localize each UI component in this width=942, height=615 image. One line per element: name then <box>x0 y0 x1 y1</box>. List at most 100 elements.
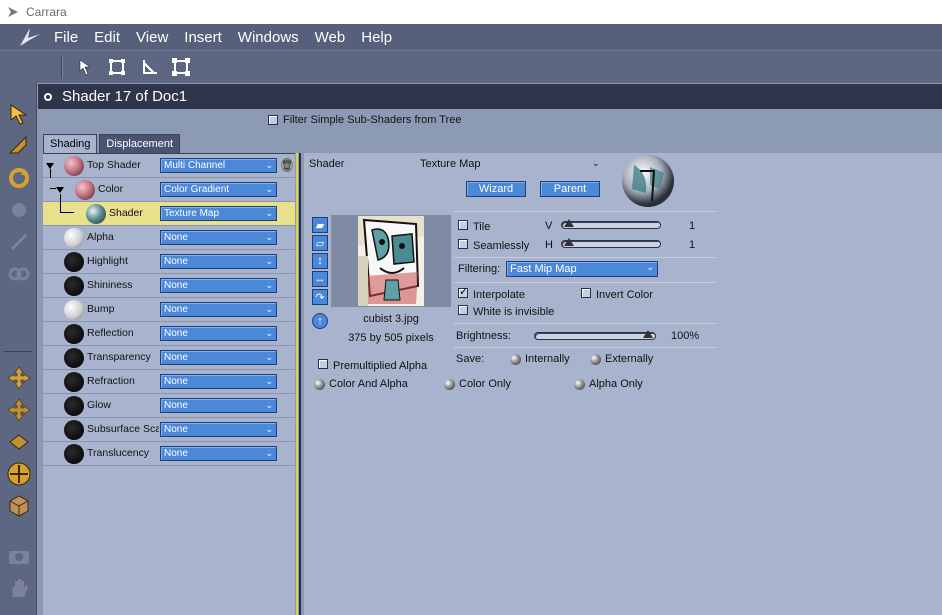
brightness-slider-thumb[interactable] <box>643 330 653 338</box>
shader-tree-row[interactable]: Shininess None ⌄ <box>43 274 295 298</box>
color-only-radio[interactable] <box>444 378 455 390</box>
seamlessly-checkbox[interactable] <box>458 239 468 249</box>
shader-tree-row[interactable]: Glow None ⌄ <box>43 394 295 418</box>
menu-edit[interactable]: Edit <box>94 29 120 46</box>
shader-tree-row[interactable]: Alpha None ⌄ <box>43 226 295 250</box>
save-externally-option[interactable]: Externally <box>590 353 653 365</box>
menu-file[interactable]: File <box>54 29 78 46</box>
tile-checkbox[interactable] <box>458 220 468 230</box>
tab-displacement[interactable]: Displacement <box>99 134 181 153</box>
save-folder-icon[interactable]: ▱ <box>312 235 328 251</box>
flip-vertical-icon[interactable]: ↕ <box>312 253 328 269</box>
brightness-slider[interactable] <box>534 330 656 340</box>
camera-tool-icon[interactable] <box>6 543 32 569</box>
wizard-button[interactable]: Wizard <box>466 181 526 197</box>
save-internally-option[interactable]: Internally <box>510 353 570 365</box>
shader-tree-row[interactable]: Top Shader Multi Channel ⌄ 🗑 <box>43 154 295 178</box>
3d-box-tool-icon[interactable] <box>6 493 32 519</box>
shader-type-select[interactable]: None ⌄ <box>160 422 277 437</box>
shader-type-select[interactable]: None ⌄ <box>160 254 277 269</box>
menu-web[interactable]: Web <box>315 29 346 46</box>
upload-icon[interactable]: ↑ <box>312 313 328 329</box>
shader-type-select[interactable]: None ⌄ <box>160 230 277 245</box>
seamlessly-option[interactable]: Seamlessly <box>458 239 529 252</box>
rotate-image-icon[interactable]: ↷ <box>312 289 328 305</box>
pan-cross-icon[interactable] <box>6 365 32 391</box>
texture-thumbnail[interactable] <box>358 216 424 306</box>
orbit-tool-icon[interactable] <box>6 461 32 487</box>
shader-type-select[interactable]: None ⌄ <box>160 278 277 293</box>
shader-tree-row[interactable]: Refraction None ⌄ <box>43 370 295 394</box>
wand-tool-icon[interactable] <box>6 229 32 255</box>
shader-type-select[interactable]: None ⌄ <box>160 374 277 389</box>
hand-tool-icon[interactable] <box>6 575 32 601</box>
premultiplied-alpha-option[interactable]: Premultiplied Alpha <box>318 359 427 372</box>
dolly-cross-icon[interactable] <box>6 397 32 423</box>
sphere-tool-icon[interactable] <box>6 197 32 223</box>
parent-button[interactable]: Parent <box>540 181 600 197</box>
interpolate-checkbox[interactable] <box>458 285 468 298</box>
save-externally-radio[interactable] <box>590 353 601 365</box>
filtering-value: Fast Mip Map <box>510 263 577 275</box>
menu-windows[interactable]: Windows <box>238 29 299 46</box>
shader-type-select[interactable]: Texture Map ⌄ <box>160 206 277 221</box>
shader-type-select[interactable]: None ⌄ <box>160 326 277 341</box>
expand-triangle-icon[interactable] <box>56 187 64 193</box>
panel-splitter[interactable] <box>295 153 304 615</box>
menu-help[interactable]: Help <box>361 29 392 46</box>
shader-tree-row[interactable]: Shader Texture Map ⌄ <box>43 202 295 226</box>
angle-tool-icon[interactable] <box>140 57 160 77</box>
panel-circle-icon[interactable] <box>44 92 52 101</box>
track-cross-icon[interactable] <box>6 429 32 455</box>
alpha-only-option[interactable]: Alpha Only <box>574 378 643 390</box>
premultiplied-alpha-checkbox[interactable] <box>318 359 328 369</box>
white-invisible-checkbox[interactable] <box>458 305 468 315</box>
shader-type-dropdown[interactable]: Texture Map ⌄ <box>420 158 600 170</box>
move-tool-icon[interactable] <box>6 133 32 159</box>
link-tool-icon[interactable] <box>6 261 32 287</box>
chevron-down-icon: ⌄ <box>265 208 273 218</box>
filter-checkbox[interactable] <box>268 115 278 125</box>
white-invisible-option[interactable]: White is invisible <box>458 305 554 318</box>
shader-tree-row[interactable]: Subsurface Scattering None ⌄ <box>43 418 295 442</box>
v-slider-thumb[interactable] <box>564 219 574 227</box>
alpha-only-radio[interactable] <box>574 378 585 390</box>
filter-simple-subshaders[interactable]: Filter Simple Sub-Shaders from Tree <box>268 114 462 126</box>
shader-type-select-value: None <box>164 280 188 291</box>
tab-shading[interactable]: Shading <box>43 134 98 153</box>
interpolate-option[interactable]: Interpolate <box>458 285 525 301</box>
h-slider-thumb[interactable] <box>564 238 574 246</box>
tile-option[interactable]: Tile <box>458 220 490 233</box>
rotate-tool-icon[interactable] <box>6 165 32 191</box>
flip-horizontal-icon[interactable]: ↔ <box>312 271 328 287</box>
shader-type-select[interactable]: Multi Channel ⌄ <box>160 158 277 173</box>
invert-color-checkbox[interactable] <box>581 288 591 298</box>
color-only-option[interactable]: Color Only <box>444 378 511 390</box>
color-and-alpha-option[interactable]: Color And Alpha <box>314 378 408 390</box>
shader-tree-row[interactable]: Highlight None ⌄ <box>43 250 295 274</box>
transform-box-icon[interactable] <box>171 57 191 77</box>
save-internally-radio[interactable] <box>510 353 521 365</box>
shader-tree-row[interactable]: Bump None ⌄ <box>43 298 295 322</box>
shader-tree-row[interactable]: Color Color Gradient ⌄ <box>43 178 295 202</box>
shader-type-select[interactable]: Color Gradient ⌄ <box>160 182 277 197</box>
delete-trash-icon[interactable]: 🗑 <box>281 158 293 172</box>
shader-type-select[interactable]: None ⌄ <box>160 446 277 461</box>
shader-type-select[interactable]: None ⌄ <box>160 350 277 365</box>
h-slider[interactable] <box>561 238 661 248</box>
rectangle-select-icon[interactable] <box>107 57 127 77</box>
shader-tree-row[interactable]: Transparency None ⌄ <box>43 346 295 370</box>
filtering-dropdown[interactable]: Fast Mip Map ⌄ <box>506 261 658 277</box>
color-and-alpha-radio[interactable] <box>314 378 325 390</box>
invert-color-option[interactable]: Invert Color <box>581 288 653 301</box>
select-tool-icon[interactable] <box>6 101 32 127</box>
v-slider[interactable] <box>561 219 661 229</box>
select-arrow-icon[interactable] <box>76 57 96 77</box>
menu-view[interactable]: View <box>136 29 168 46</box>
shader-tree-row[interactable]: Translucency None ⌄ <box>43 442 295 466</box>
menu-insert[interactable]: Insert <box>184 29 222 46</box>
shader-type-select[interactable]: None ⌄ <box>160 398 277 413</box>
shader-tree-row[interactable]: Reflection None ⌄ <box>43 322 295 346</box>
shader-type-select[interactable]: None ⌄ <box>160 302 277 317</box>
open-folder-icon[interactable]: ▰ <box>312 217 328 233</box>
